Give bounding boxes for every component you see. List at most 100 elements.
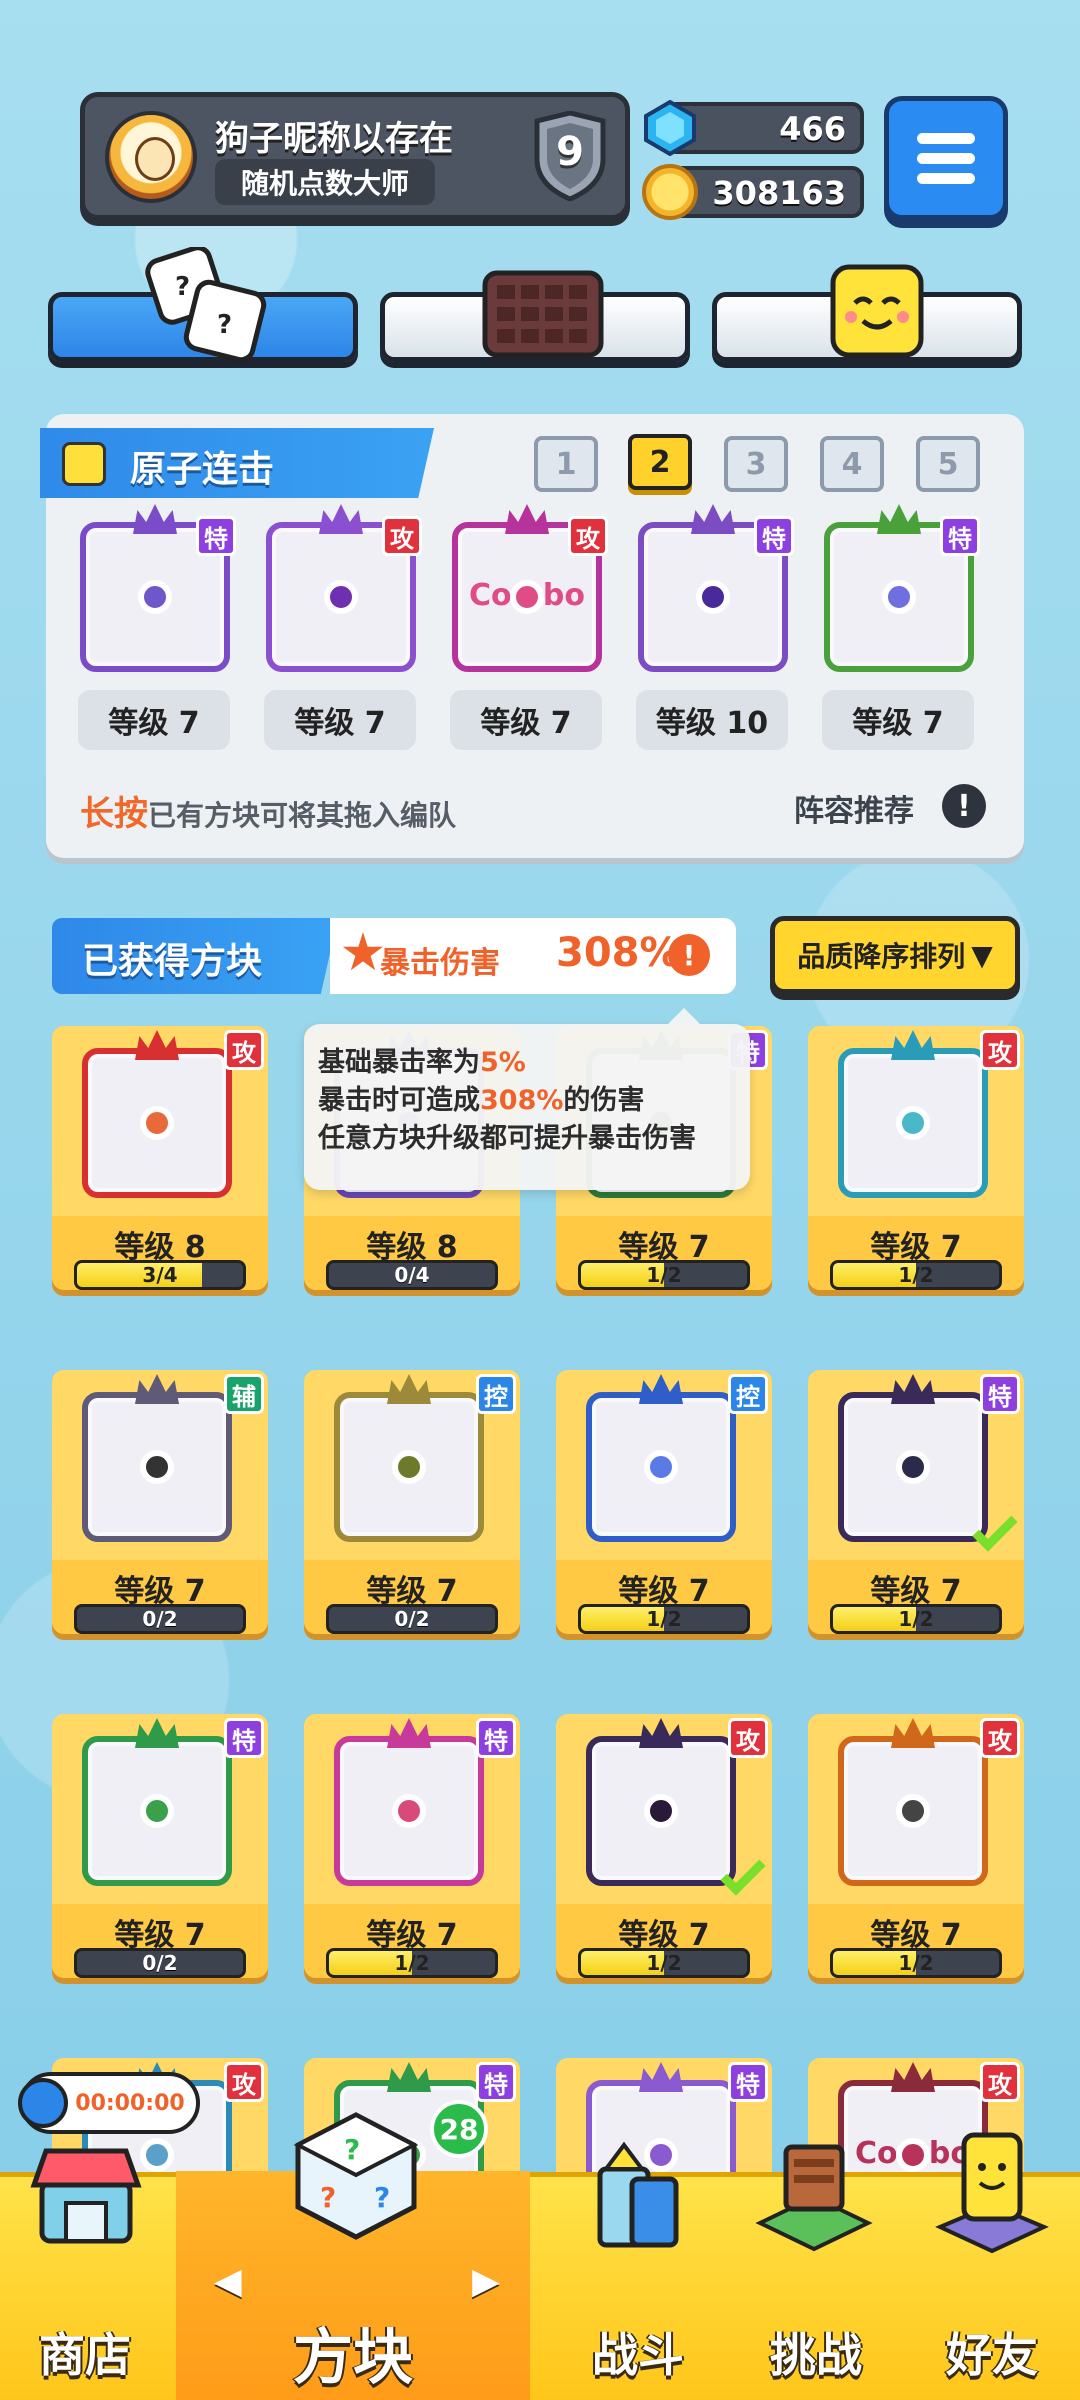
nav-friends[interactable]: 好友 — [904, 2132, 1080, 2400]
deck-page-tab[interactable]: 4 — [820, 436, 884, 492]
owned-block-card[interactable]: 特等级 7 1/2 — [304, 1714, 520, 1978]
upgrade-progress-bar: 1/2 — [830, 1948, 1002, 1978]
owned-block-card[interactable]: 辅等级 7 0/2 — [52, 1370, 268, 1634]
nav-blocks[interactable]: ◀ ? ? ? 方块 ▶ — [176, 2112, 530, 2400]
profile-card[interactable]: 狗子昵称以存在 随机点数大师 9 — [80, 92, 630, 220]
tooltip-line-3: 任意方块升级都可提升暴击伤害 — [318, 1123, 696, 1154]
type-badge: 特 — [476, 1718, 516, 1758]
timer-pill[interactable]: 00:00:00 — [18, 2072, 200, 2134]
avatar[interactable] — [105, 111, 197, 203]
dragon-crown-icon — [877, 504, 921, 534]
block-tile[interactable] — [334, 1718, 484, 1886]
deck-title-ribbon[interactable]: 原子连击 — [40, 428, 434, 498]
block-tile[interactable] — [586, 1374, 736, 1542]
battle-tower-icon — [597, 2141, 679, 2248]
block-tile[interactable] — [586, 1718, 766, 1896]
type-badge: 特 — [476, 2062, 516, 2102]
owned-block-card[interactable]: 攻等级 7 1/2 — [808, 1026, 1024, 1290]
crit-info-icon[interactable]: ! — [668, 934, 710, 976]
svg-text:?: ? — [374, 2181, 390, 2214]
block-core-icon — [696, 580, 730, 614]
mystery-block-icon: ? ? ? — [293, 2112, 419, 2240]
block-core-icon — [644, 1794, 678, 1828]
hamburger-icon-bar — [917, 153, 975, 164]
block-core-icon — [896, 1450, 930, 1484]
block-tile[interactable] — [82, 1718, 232, 1886]
owned-block-card[interactable]: 攻等级 8 3/4 — [52, 1026, 268, 1290]
type-badge: 攻 — [382, 516, 422, 556]
deck-page-tab[interactable]: 3 — [724, 436, 788, 492]
crit-damage-value: 308% — [556, 930, 680, 976]
block-tile[interactable] — [838, 1718, 988, 1886]
nav-prev-arrow[interactable]: ◀ — [214, 2261, 242, 2302]
deck-slot[interactable]: 特 等级 10 — [618, 504, 808, 766]
block-tile[interactable] — [838, 1030, 988, 1198]
tooltip-line-2: 暴击时可造成308%的伤害 — [318, 1082, 736, 1120]
owned-title: 已获得方块 — [82, 941, 263, 982]
chevron-down-icon: ▼ — [971, 938, 993, 972]
tab-board[interactable] — [380, 270, 690, 362]
dragon-crown-icon — [691, 504, 735, 534]
owned-block-card[interactable]: 控等级 7 0/2 — [304, 1370, 520, 1634]
gem-count: 466 — [779, 110, 846, 148]
deck-slot[interactable]: Combo 攻 等级 7 — [432, 504, 622, 766]
type-badge: 特 — [196, 516, 236, 556]
rank-badge[interactable]: 9 — [525, 110, 615, 202]
block-core-icon — [140, 1794, 174, 1828]
owned-block-card[interactable]: 攻等级 7 1/2 — [808, 1714, 1024, 1978]
owned-block-card[interactable]: 特等级 7 1/2 — [808, 1370, 1024, 1634]
progress-text: 1/2 — [898, 1607, 934, 1631]
type-badge: 攻 — [224, 1030, 264, 1070]
deck-slot[interactable]: 特 等级 7 — [804, 504, 994, 766]
nav-shop[interactable]: 商店 — [0, 2148, 170, 2400]
block-tile[interactable] — [82, 1030, 232, 1198]
owned-ribbon: 已获得方块 — [52, 918, 338, 994]
type-badge: 特 — [940, 516, 980, 556]
progress-text: 1/2 — [898, 1263, 934, 1287]
pencil-icon[interactable] — [62, 442, 106, 486]
progress-text: 1/2 — [646, 1263, 682, 1287]
gem-icon — [644, 100, 696, 156]
coin-counter[interactable]: 308163 — [642, 164, 864, 220]
deck-page-tab[interactable]: 5 — [916, 436, 980, 492]
tooltip-text: 的伤害 — [563, 1085, 645, 1116]
block-tile[interactable] — [82, 1374, 232, 1542]
type-badge: 特 — [980, 1374, 1020, 1414]
blocks-count-badge: 28 — [430, 2100, 488, 2158]
upgrade-progress-bar: 0/4 — [326, 1260, 498, 1290]
lineup-recommend-button[interactable]: 阵容推荐 — [794, 786, 914, 830]
dragon-crown-icon — [133, 504, 177, 534]
owned-block-card[interactable]: 攻等级 7 1/2 — [556, 1714, 772, 1978]
tab-character[interactable] — [712, 264, 1022, 362]
player-name: 狗子昵称以存在 — [215, 119, 453, 159]
sort-label: 品质降序排列 — [797, 940, 966, 973]
tooltip-line-1: 基础暴击率为5% — [318, 1044, 736, 1082]
block-core-icon — [896, 1106, 930, 1140]
progress-text: 1/2 — [646, 1951, 682, 1975]
tab-dice[interactable]: ? ? — [48, 247, 358, 363]
progress-text: 0/2 — [142, 1607, 178, 1631]
nav-challenge[interactable]: 挑战 — [728, 2144, 904, 2400]
progress-text: 0/4 — [394, 1263, 430, 1287]
owned-block-card[interactable]: 控等级 7 1/2 — [556, 1370, 772, 1634]
block-tile[interactable] — [838, 1374, 1018, 1552]
upgrade-progress-bar: 3/4 — [74, 1260, 246, 1290]
nav-battle[interactable]: 战斗 — [548, 2141, 728, 2400]
deck-page-tab[interactable]: 2 — [628, 434, 692, 490]
progress-text: 3/4 — [142, 1263, 178, 1287]
menu-button[interactable] — [884, 96, 1008, 220]
board-grid-icon — [482, 270, 604, 358]
gem-counter[interactable]: 466 — [644, 100, 864, 156]
crit-damage-box[interactable]: 暴击伤害 308% ! — [330, 918, 736, 994]
block-tile[interactable] — [334, 1374, 484, 1542]
upgrade-progress-bar: 0/2 — [74, 1604, 246, 1634]
nav-next-arrow[interactable]: ▶ — [472, 2261, 500, 2302]
sort-dropdown[interactable]: 品质降序排列 ▼ — [770, 916, 1020, 994]
info-icon[interactable]: ! — [942, 784, 986, 828]
progress-text: 0/2 — [142, 1951, 178, 1975]
deck-slot[interactable]: 特 等级 7 — [60, 504, 250, 766]
owned-block-card[interactable]: 特等级 7 0/2 — [52, 1714, 268, 1978]
tooltip-text: 基础暴击率为 — [318, 1047, 480, 1078]
deck-page-tab[interactable]: 1 — [534, 436, 598, 492]
deck-slot[interactable]: 攻 等级 7 — [246, 504, 436, 766]
